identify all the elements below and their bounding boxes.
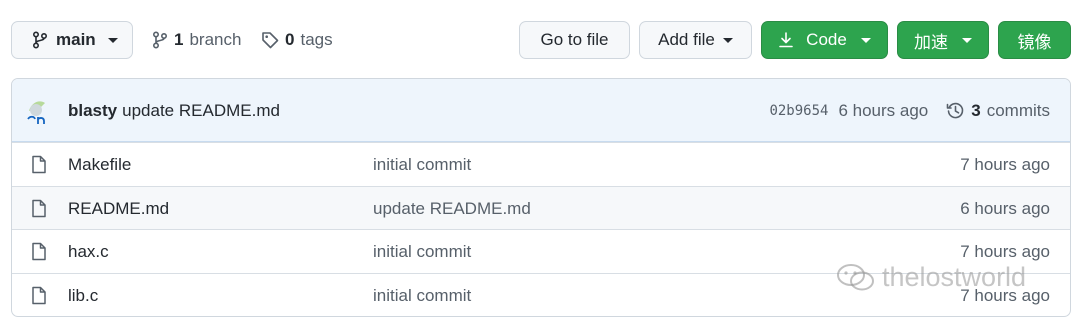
code-button[interactable]: Code	[761, 21, 888, 59]
latest-commit-summary: blasty update README.md	[68, 79, 280, 142]
file-icon	[32, 155, 46, 174]
go-to-file-button[interactable]: Go to file	[519, 21, 630, 59]
add-file-label: Add file	[658, 30, 715, 49]
file-name[interactable]: Makefile	[68, 155, 131, 175]
branches-link[interactable]: 1 branch	[152, 21, 241, 59]
mirror-label: 镜像	[1017, 32, 1052, 53]
latest-commit-bar: blasty update README.md 02b9654 6 hours …	[12, 79, 1070, 142]
tag-count: 0	[285, 30, 295, 49]
branch-select-label: main	[56, 30, 96, 49]
tag-icon	[262, 32, 279, 49]
branch-select-button[interactable]: main	[11, 21, 133, 59]
tag-label: tags	[300, 30, 333, 49]
avatar[interactable]	[25, 97, 49, 125]
branch-label: branch	[189, 30, 242, 49]
commit-sha[interactable]: 02b9654	[769, 103, 828, 119]
chevron-down-icon	[107, 37, 118, 43]
go-to-file-label: Go to file	[540, 30, 609, 49]
file-commit-message[interactable]: initial commit	[373, 155, 471, 175]
add-file-button[interactable]: Add file	[639, 21, 752, 59]
download-icon	[779, 32, 793, 48]
file-commit-time: 7 hours ago	[960, 154, 1050, 174]
file-icon	[32, 199, 46, 218]
file-row[interactable]: README.md update README.md 6 hours ago	[12, 186, 1070, 230]
file-icon	[32, 286, 46, 305]
commit-author[interactable]: blasty	[68, 101, 117, 121]
commit-count: 3	[971, 100, 981, 120]
accelerate-label: 加速	[914, 32, 948, 53]
branch-count: 1	[174, 30, 184, 49]
history-icon	[946, 102, 964, 119]
commits-link[interactable]: 3 commits	[946, 101, 1050, 121]
commit-message[interactable]: update README.md	[122, 101, 280, 121]
file-icon	[32, 242, 46, 261]
code-label: Code	[806, 30, 847, 49]
accelerate-button[interactable]: 加速	[897, 21, 989, 59]
file-name[interactable]: lib.c	[68, 286, 98, 306]
file-row[interactable]: lib.c initial commit 7 hours ago	[12, 273, 1070, 316]
branch-icon	[152, 31, 168, 49]
chevron-down-icon	[962, 37, 972, 43]
file-commit-message[interactable]: initial commit	[373, 242, 471, 262]
commit-time: 6 hours ago	[838, 100, 929, 120]
file-commit-time: 7 hours ago	[960, 241, 1050, 261]
file-commit-message[interactable]: update README.md	[373, 199, 531, 219]
latest-commit-meta: 02b9654 6 hours ago 3 commits	[769, 79, 1050, 142]
mirror-button[interactable]: 镜像	[998, 21, 1071, 59]
file-commit-time: 6 hours ago	[960, 198, 1050, 218]
commit-count-label: commits	[986, 100, 1050, 120]
file-commit-time: 7 hours ago	[960, 285, 1050, 305]
chevron-down-icon	[860, 37, 871, 43]
file-name[interactable]: hax.c	[68, 242, 109, 262]
tags-link[interactable]: 0 tags	[261, 21, 333, 59]
file-name[interactable]: README.md	[68, 199, 169, 219]
file-commit-message[interactable]: initial commit	[373, 286, 471, 306]
chevron-down-icon	[722, 37, 733, 43]
file-row[interactable]: hax.c initial commit 7 hours ago	[12, 229, 1070, 273]
file-list-box: blasty update README.md 02b9654 6 hours …	[11, 78, 1071, 317]
repo-toolbar: main 1 branch 0 tags Go to file Add file…	[0, 0, 1080, 78]
branch-icon	[32, 31, 48, 49]
file-row[interactable]: Makefile initial commit 7 hours ago	[12, 142, 1070, 186]
